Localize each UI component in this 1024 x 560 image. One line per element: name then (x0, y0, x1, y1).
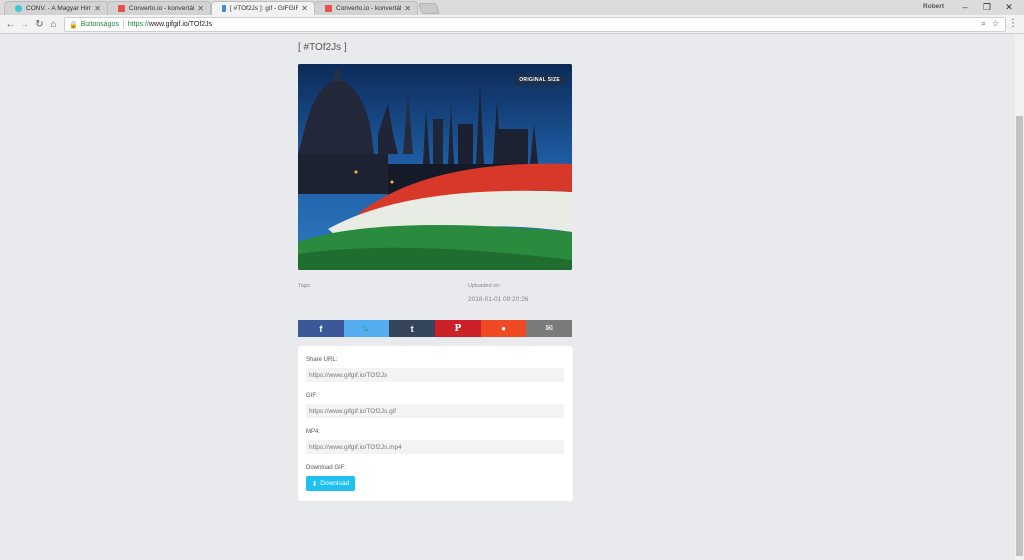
mp4-url-label: MP4: (306, 429, 321, 435)
window-close-icon[interactable]: ✕ (998, 1, 1020, 13)
page-scrollbar[interactable] (1015, 34, 1024, 560)
gif-url-label: GIF: (306, 393, 318, 399)
share-buttons: f 🐦 t P ● ✉ (298, 320, 573, 337)
secure-label: Biztonságos (80, 21, 119, 28)
scrollbar-thumb[interactable] (1016, 116, 1023, 556)
download-icon: ⬇ (311, 480, 318, 488)
address-bar[interactable]: 🔒 Biztonságos https:// www.gifgif.io/TOf… (64, 17, 1006, 32)
gif-image[interactable]: ORIGINAL SIZE (298, 64, 572, 270)
tab-1[interactable]: Converto.io - konvertálj ✕ (107, 1, 211, 15)
close-icon[interactable]: ✕ (404, 4, 411, 13)
forward-icon[interactable]: → (18, 18, 31, 31)
tumblr-icon: t (410, 323, 414, 334)
favicon-icon (15, 5, 22, 12)
close-icon[interactable]: ✕ (197, 4, 204, 13)
email-share-button[interactable]: ✉ (526, 320, 573, 337)
gif-illustration (298, 64, 572, 270)
divider (122, 20, 124, 29)
close-icon[interactable]: ✕ (301, 4, 308, 13)
facebook-icon: f (319, 323, 323, 334)
download-button-label: Download (320, 480, 350, 487)
new-tab-button[interactable] (417, 3, 441, 14)
tab-title: Converto.io - konvertálj (336, 5, 402, 12)
zoom-icon[interactable]: ⌕ (981, 19, 985, 29)
tab-3[interactable]: Converto.io - konvertálj ✕ (314, 1, 418, 15)
tab-title: CONV. - A Magyar Him (26, 5, 92, 12)
share-url-field[interactable]: https://www.gifgif.io/TOf2Js (306, 368, 564, 382)
browser-menu-icon[interactable]: ⋮ (1008, 18, 1018, 29)
download-gif-label: Download GIF: (306, 465, 347, 471)
links-card: Share URL: https://www.gifgif.io/TOf2Js … (298, 346, 573, 501)
facebook-share-button[interactable]: f (298, 320, 344, 337)
favicon-icon (118, 5, 125, 12)
url-protocol: https:// (127, 21, 149, 28)
twitter-icon: 🐦 (361, 324, 372, 333)
page-title: [ #TOf2Js ] (298, 42, 347, 53)
pinterest-share-button[interactable]: P (435, 320, 481, 337)
tab-strip: CONV. - A Magyar Him ✕ Converto.io - kon… (0, 0, 1024, 15)
tab-2[interactable]: [ #TOf2Js ]: gif - GIFGIF.io ✕ (211, 1, 315, 15)
email-icon: ✉ (545, 323, 553, 333)
back-icon[interactable]: ← (4, 18, 17, 31)
reddit-icon: ● (501, 324, 506, 333)
tab-0[interactable]: CONV. - A Magyar Him ✕ (4, 1, 108, 15)
tumblr-share-button[interactable]: t (389, 320, 436, 337)
share-url-label: Share URL: (306, 357, 338, 363)
original-size-button[interactable]: ORIGINAL SIZE (515, 75, 564, 85)
lock-icon: 🔒 (69, 21, 78, 29)
uploaded-date: 2018-01-01 09:20:26 (468, 296, 529, 303)
url-text: www.gifgif.io/TOf2Js (148, 21, 213, 28)
profile-name[interactable]: Robert (923, 3, 944, 10)
minimize-icon[interactable]: – (954, 1, 976, 13)
restore-icon[interactable]: ❐ (976, 1, 998, 13)
home-icon[interactable]: ⌂ (47, 18, 60, 31)
download-button[interactable]: ⬇ Download (306, 476, 355, 491)
bookmark-star-icon[interactable]: ☆ (992, 19, 999, 29)
pinterest-icon: P (454, 323, 462, 334)
mp4-url-field[interactable]: https://www.gifgif.io/TOf2Js.mp4 (306, 440, 564, 454)
twitter-share-button[interactable]: 🐦 (343, 320, 390, 337)
gif-url-field[interactable]: https://www.gifgif.io/TOf2Js.gif (306, 404, 564, 418)
browser-toolbar: ← → ↻ ⌂ 🔒 Biztonságos https:// www.gifgi… (0, 15, 1024, 34)
favicon-icon (222, 5, 226, 12)
tab-title: [ #TOf2Js ]: gif - GIFGIF.io (230, 5, 299, 12)
tags-label: Tags: (298, 283, 312, 289)
tab-title: Converto.io - konvertálj (129, 5, 195, 12)
uploaded-label: Uploaded on: (468, 283, 501, 289)
reddit-share-button[interactable]: ● (480, 320, 527, 337)
favicon-icon (325, 5, 332, 12)
close-icon[interactable]: ✕ (94, 4, 101, 13)
reload-icon[interactable]: ↻ (33, 18, 46, 31)
